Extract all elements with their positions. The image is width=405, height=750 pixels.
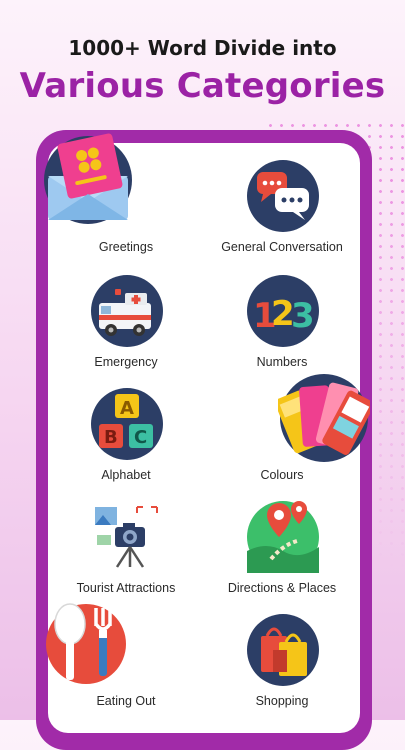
chat-bubbles-icon bbox=[247, 160, 319, 232]
envelope-card-icon bbox=[44, 133, 132, 224]
category-label: Colours bbox=[260, 468, 304, 482]
svg-text:3: 3 bbox=[291, 296, 315, 336]
category-label: Shopping bbox=[255, 694, 309, 708]
category-label: General Conversation bbox=[221, 240, 343, 254]
svg-text:C: C bbox=[134, 427, 147, 448]
category-label: Emergency bbox=[94, 355, 158, 369]
svg-text:B: B bbox=[104, 427, 118, 448]
category-label: Eating Out bbox=[96, 694, 156, 708]
category-label: Directions & Places bbox=[227, 581, 337, 595]
category-label: Greetings bbox=[98, 240, 154, 254]
numbers-123-icon: 1 2 3 bbox=[247, 275, 319, 347]
category-numbers[interactable]: 1 2 3 Numbers bbox=[204, 275, 360, 375]
category-emergency[interactable]: Emergency bbox=[48, 275, 204, 375]
category-alphabet[interactable]: A B C Alphabet bbox=[48, 388, 204, 488]
color-swatches-icon bbox=[278, 374, 370, 462]
abc-blocks-icon: A B C bbox=[91, 388, 163, 460]
category-tourist-attractions[interactable]: Tourist Attractions bbox=[48, 501, 204, 601]
category-directions-places[interactable]: Directions & Places bbox=[204, 501, 360, 601]
camera-tripod-icon bbox=[93, 505, 161, 569]
map-pins-icon bbox=[247, 501, 319, 573]
headline-top: 1000+ Word Divide into bbox=[68, 36, 337, 60]
spoon-fork-icon bbox=[46, 603, 126, 684]
shopping-bags-icon bbox=[247, 614, 319, 686]
headline-main: Various Categories bbox=[19, 66, 386, 106]
category-label: Alphabet bbox=[101, 468, 151, 482]
svg-text:A: A bbox=[120, 398, 134, 419]
category-shopping[interactable]: Shopping bbox=[204, 614, 360, 714]
category-general-conversation[interactable]: General Conversation bbox=[204, 160, 360, 260]
category-label: Tourist Attractions bbox=[76, 581, 176, 595]
category-label: Numbers bbox=[256, 355, 308, 369]
ambulance-icon bbox=[91, 275, 163, 347]
